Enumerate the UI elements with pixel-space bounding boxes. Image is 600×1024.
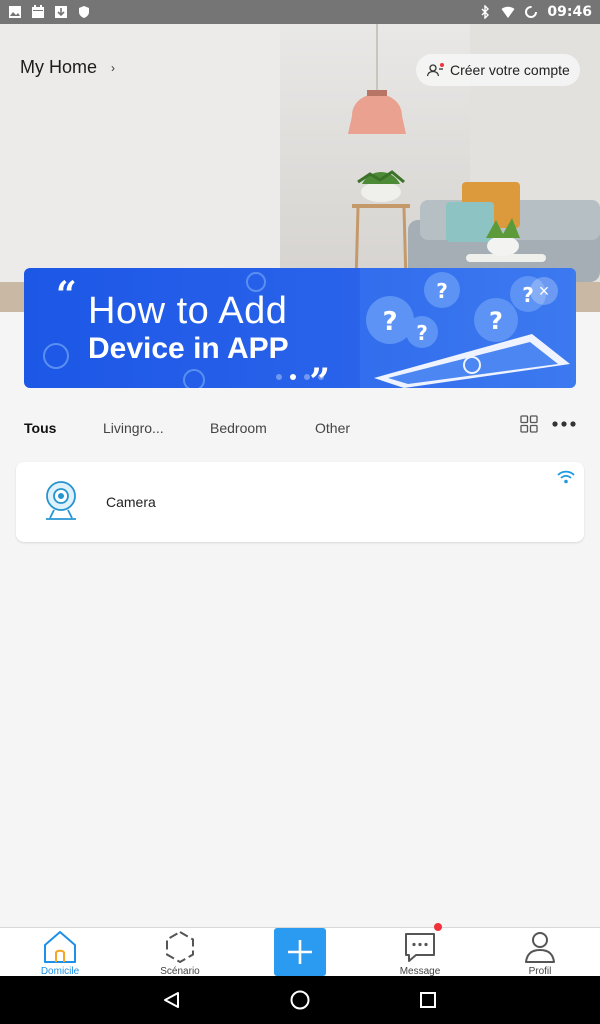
image-icon [9, 6, 21, 18]
system-navigation-bar [0, 976, 600, 1024]
scenario-icon [166, 930, 194, 964]
promo-banner[interactable]: ? ? ? ? ? “ How to Add Device in APP „ × [24, 268, 576, 388]
system-nav-buttons [164, 990, 436, 1010]
svg-text:?: ? [436, 279, 448, 303]
tab-all[interactable]: Tous [24, 420, 56, 436]
svg-text:?: ? [489, 307, 503, 335]
shield-icon [79, 6, 89, 18]
wifi-status-icon [501, 6, 515, 18]
create-account-label: Créer votre compte [450, 62, 570, 78]
carousel-dot[interactable] [318, 374, 324, 380]
banner-title-line1: How to Add [88, 290, 288, 332]
svg-text:?: ? [416, 321, 428, 345]
home-selector[interactable]: My Home › [20, 57, 115, 78]
home-icon [44, 931, 76, 963]
close-icon: × [538, 280, 550, 301]
banner-title-line2: Device in APP [88, 332, 289, 365]
chevron-right-icon: › [111, 60, 116, 75]
wifi-icon [557, 470, 575, 484]
status-time: 09:46 [547, 4, 592, 20]
home-title: My Home [20, 57, 98, 77]
message-notification-badge [434, 923, 442, 931]
carousel-indicator [276, 374, 324, 380]
svg-text:?: ? [382, 307, 397, 337]
quote-open: “ [56, 274, 77, 316]
more-options-icon[interactable] [552, 421, 576, 427]
carousel-dot[interactable] [304, 374, 310, 380]
nav-scenario[interactable]: Scénario [140, 928, 220, 977]
status-bar: 09:46 [0, 0, 600, 24]
carousel-dot[interactable] [276, 374, 282, 380]
tab-livingroom[interactable]: Livingro... [103, 420, 164, 436]
nav-profile[interactable]: Profil [500, 928, 580, 977]
profile-icon [525, 932, 555, 963]
device-card-camera[interactable]: Camera [16, 462, 584, 542]
tab-other[interactable]: Other [315, 420, 350, 436]
download-icon [55, 6, 67, 18]
add-user-icon [426, 63, 444, 77]
nav-home[interactable]: Domicile [20, 928, 100, 977]
bluetooth-icon [481, 5, 490, 19]
banner-close-button[interactable]: × [530, 277, 558, 305]
calendar-icon [32, 5, 44, 18]
message-icon [405, 933, 435, 962]
loading-icon [525, 6, 538, 18]
nav-message[interactable]: Message [380, 928, 460, 977]
home-circle-icon[interactable] [290, 990, 310, 1010]
tab-bedroom[interactable]: Bedroom [210, 420, 267, 436]
device-name: Camera [106, 494, 156, 510]
carousel-dot[interactable] [290, 374, 296, 380]
recents-icon[interactable] [420, 992, 436, 1008]
grid-view-icon[interactable] [520, 415, 538, 433]
camera-icon [46, 481, 76, 520]
plus-icon [288, 940, 312, 964]
back-icon[interactable] [164, 992, 179, 1008]
add-device-button[interactable] [274, 928, 326, 976]
status-right-icons: 09:46 [478, 4, 592, 20]
room-tabs: Tous Livingro... Bedroom Other [0, 408, 600, 448]
create-account-button[interactable]: Créer votre compte [416, 54, 580, 86]
status-left-icons [8, 5, 91, 19]
